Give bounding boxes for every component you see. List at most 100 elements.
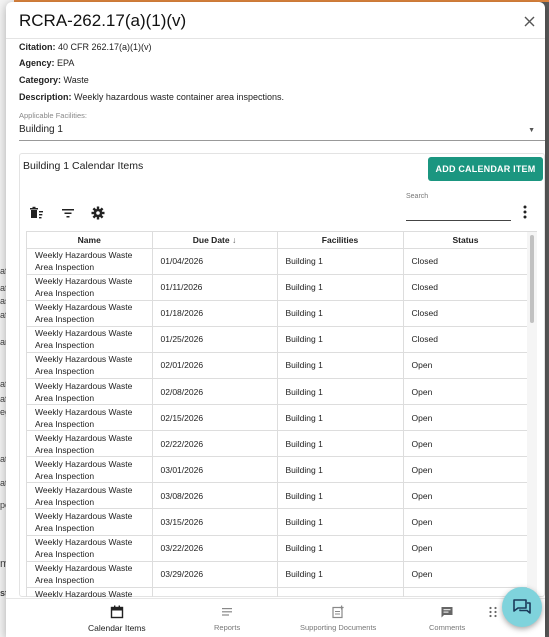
- cell-due-date: 01/11/2026: [152, 274, 278, 301]
- add-calendar-item-button[interactable]: ADD CALENDAR ITEM: [428, 157, 543, 181]
- cell-due-date: 01/18/2026: [152, 300, 278, 327]
- cell-name: Weekly Hazardous Waste Area Inspection: [27, 561, 153, 588]
- dialog-title: RCRA-262.17(a)(1)(v): [19, 11, 187, 30]
- scrollbar-thumb[interactable]: [530, 235, 534, 323]
- description-label: Description:: [19, 92, 72, 102]
- table-row[interactable]: Weekly Hazardous Waste Area Inspection 01…: [27, 274, 529, 301]
- table-row[interactable]: Weekly Hazardous Waste Area Inspection 02…: [27, 352, 529, 379]
- table-row[interactable]: Weekly Hazardous Waste Area Inspection 02…: [27, 404, 529, 432]
- chat-icon: [513, 599, 531, 614]
- nav-label: Reports: [214, 623, 241, 632]
- category-value: Waste: [63, 75, 89, 85]
- reports-icon: [220, 605, 234, 619]
- facilities-label: Applicable Facilities:: [19, 111, 87, 120]
- comment-icon: [440, 605, 454, 619]
- table-row[interactable]: Weekly Hazardous Waste Area Inspection 01…: [27, 326, 529, 353]
- citation-value: 40 CFR 262.17(a)(1)(v): [58, 42, 152, 52]
- cell-name: Weekly Hazardous Waste Area Inspection: [27, 352, 153, 379]
- cell-facility: Building 1: [277, 482, 404, 510]
- table-row[interactable]: Weekly Hazardous Waste Area Inspection 03…: [27, 535, 529, 562]
- nav-comments[interactable]: Comments: [429, 605, 465, 632]
- more-vertical-icon[interactable]: [520, 204, 530, 220]
- requirement-dialog: RCRA-262.17(a)(1)(v) Citation: 40 CFR 26…: [6, 2, 545, 637]
- nav-label: Calendar Items: [88, 623, 146, 633]
- cell-due-date: 03/22/2026: [152, 535, 278, 562]
- table-row[interactable]: Weekly Hazardous Waste Area Inspection 01…: [27, 300, 529, 327]
- table-row[interactable]: Weekly Hazardous Waste Area Inspection 03…: [27, 482, 529, 510]
- cell-status: Closed: [403, 248, 529, 275]
- column-header-facilities[interactable]: Facilities: [277, 232, 404, 249]
- cell-status: Closed: [403, 300, 529, 327]
- table-row[interactable]: Weekly Hazardous Waste Area Inspection 02…: [27, 430, 529, 458]
- agency-value: EPA: [57, 58, 75, 68]
- cell-facility: Building 1: [277, 430, 404, 458]
- category-row: Category: Waste: [19, 75, 89, 85]
- cell-facility: Building 1: [277, 378, 404, 406]
- table-row[interactable]: Weekly Hazardous Waste Area Inspection 03…: [27, 561, 529, 588]
- search-label: Search: [406, 193, 429, 200]
- gear-icon[interactable]: [91, 206, 105, 220]
- column-header-status[interactable]: Status: [403, 232, 529, 249]
- calendar-icon: [110, 605, 124, 619]
- cell-name: Weekly Hazardous Waste Area Inspection: [27, 430, 153, 458]
- cell-status: Open: [403, 352, 529, 379]
- table-row[interactable]: Weekly Hazardous Waste Area Inspection 03…: [27, 456, 529, 484]
- filter-icon[interactable]: [61, 206, 75, 220]
- cell-due-date: 03/29/2026: [152, 561, 278, 588]
- nav-reports[interactable]: Reports: [214, 605, 240, 632]
- agency-label: Agency:: [19, 58, 55, 68]
- cell-name: Weekly Hazardous Waste Area Inspection: [27, 456, 153, 484]
- nav-supporting-documents[interactable]: Supporting Documents: [300, 605, 376, 632]
- table-row[interactable]: Weekly Hazardous Waste Area Inspection: [27, 587, 529, 597]
- cell-name: Weekly Hazardous Waste Area Inspection: [27, 508, 153, 536]
- cell-status: Open: [403, 378, 529, 406]
- cell-facility: Building 1: [277, 535, 404, 562]
- cell-status: Open: [403, 508, 529, 536]
- cell-name: Weekly Hazardous Waste Area Inspection: [27, 326, 153, 353]
- cell-due-date: 02/15/2026: [152, 404, 278, 432]
- cell-status: Closed: [403, 326, 529, 353]
- cell-facility: Building 1: [277, 404, 404, 432]
- close-icon[interactable]: [524, 14, 535, 32]
- table-header-row: Name Due Date ↓ Facilities Status: [27, 232, 529, 249]
- nav-calendar-items[interactable]: Calendar Items: [88, 605, 146, 633]
- calendar-items-table: Name Due Date ↓ Facilities Status Weekly…: [26, 231, 537, 597]
- cell-facility: Building 1: [277, 456, 404, 484]
- column-header-name[interactable]: Name: [27, 232, 153, 249]
- cell-status: Closed: [403, 274, 529, 301]
- cell-name: Weekly Hazardous Waste Area Inspection: [27, 535, 153, 562]
- delete-sweep-icon[interactable]: [30, 206, 44, 220]
- column-header-label: Due Date: [192, 234, 230, 245]
- column-header-due-date[interactable]: Due Date ↓: [152, 232, 278, 249]
- search-input[interactable]: [406, 206, 511, 221]
- cell-status: Open: [403, 535, 529, 562]
- cell-due-date: 02/01/2026: [152, 352, 278, 379]
- category-label: Category:: [19, 75, 62, 85]
- drag-handle-icon[interactable]: [488, 605, 498, 619]
- cell-status: Open: [403, 430, 529, 458]
- sort-down-arrow-icon[interactable]: ↓: [232, 235, 236, 245]
- cell-facility: Building 1: [277, 274, 404, 301]
- cell-facility: Building 1: [277, 561, 404, 588]
- bottom-navigation: Calendar Items Reports Supporting Docume…: [6, 598, 545, 637]
- chat-button[interactable]: [502, 587, 542, 627]
- table-row[interactable]: Weekly Hazardous Waste Area Inspection 03…: [27, 508, 529, 536]
- dropdown-arrow-icon[interactable]: ▼: [528, 127, 535, 134]
- cell-facility: Building 1: [277, 248, 404, 275]
- table-row[interactable]: Weekly Hazardous Waste Area Inspection 02…: [27, 378, 529, 406]
- cell-facility: Building 1: [277, 326, 404, 353]
- cell-facility: Building 1: [277, 300, 404, 327]
- cell-facility: [277, 587, 404, 597]
- cell-name: Weekly Hazardous Waste Area Inspection: [27, 248, 153, 275]
- table-row[interactable]: Weekly Hazardous Waste Area Inspection 01…: [27, 248, 529, 275]
- description-value: Weekly hazardous waste container area in…: [74, 92, 284, 102]
- facilities-select[interactable]: Building 1: [19, 124, 63, 135]
- cell-due-date: 03/08/2026: [152, 482, 278, 510]
- cell-due-date: 03/15/2026: [152, 508, 278, 536]
- table-scrollbar[interactable]: [527, 232, 537, 597]
- cell-due-date: 01/04/2026: [152, 248, 278, 275]
- cell-name: Weekly Hazardous Waste Area Inspection: [27, 300, 153, 327]
- cell-due-date: 03/01/2026: [152, 456, 278, 484]
- agency-row: Agency: EPA: [19, 58, 74, 68]
- cell-status: Open: [403, 456, 529, 484]
